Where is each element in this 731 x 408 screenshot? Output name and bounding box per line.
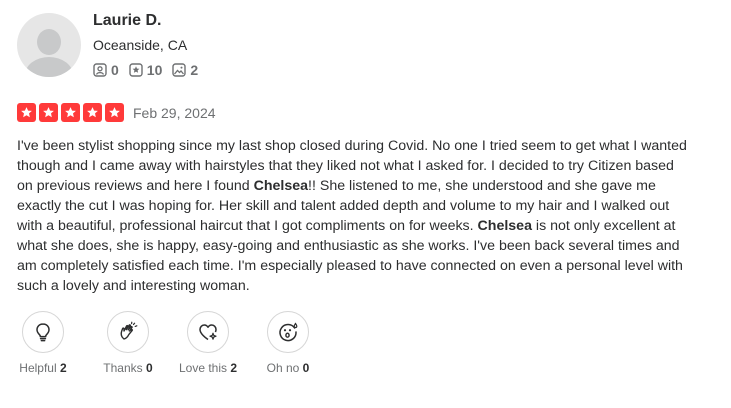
avatar-shoulders [25,57,73,77]
helpful-label: Helpful 2 [19,361,66,375]
review-star-icon [129,63,143,77]
reaction-love-this[interactable]: Love this 2 [177,311,239,375]
star-icon [61,103,80,122]
reaction-count: 0 [302,361,310,375]
avatar[interactable] [17,13,81,77]
lightbulb-icon [36,323,50,342]
stylist-name-mention: Chelsea [477,218,532,234]
reviewer-location: Oceanside, CA [93,37,188,53]
reaction-label-text: Oh no [266,361,300,375]
oh-no-button[interactable] [267,311,309,353]
star-icon [17,103,36,122]
reaction-label-text: Helpful [19,361,57,375]
thanks-label: Thanks 0 [103,361,152,375]
review-text: I've been stylist shopping since my last… [17,136,687,296]
rating-row: Feb 29, 2024 [17,103,216,122]
avatar-head [37,29,61,55]
love-this-button[interactable] [187,311,229,353]
clapping-hands-icon [120,321,138,340]
reaction-count: 2 [60,361,67,375]
reaction-count: 2 [230,361,238,375]
thanks-button[interactable] [107,311,149,353]
photo-icon [172,63,187,77]
reaction-helpful[interactable]: Helpful 2 [17,311,69,375]
review-date: Feb 29, 2024 [133,104,216,121]
helpful-button[interactable] [22,311,64,353]
reviews-stat: 10 [129,62,163,78]
reviewer-stats: 0 10 2 [93,62,208,78]
friends-count: 0 [111,62,119,78]
reviews-count: 10 [146,62,163,78]
reaction-label-text: Love this [178,361,227,375]
reviewer-name[interactable]: Laurie D. [93,12,161,30]
reactions-bar: Helpful 2 Thanks 0 Love this 2 Oh no 0 [17,311,314,375]
heart-sparkle-icon [199,324,217,341]
reaction-label-text: Thanks [103,361,143,375]
star-rating [17,103,127,122]
love-this-label: Love this 2 [179,361,237,375]
reaction-oh-no[interactable]: Oh no 0 [262,311,314,375]
star-icon [83,103,102,122]
friends-icon [93,63,107,77]
star-icon [105,103,124,122]
photos-count: 2 [190,62,199,78]
oh-no-label: Oh no 0 [267,361,310,375]
reaction-thanks[interactable]: Thanks 0 [102,311,154,375]
surprised-face-icon [279,322,298,342]
reaction-count: 0 [146,361,153,375]
stylist-name-mention: Chelsea [253,178,309,194]
friends-stat: 0 [93,62,119,78]
star-icon [39,103,58,122]
photos-stat: 2 [172,62,198,78]
